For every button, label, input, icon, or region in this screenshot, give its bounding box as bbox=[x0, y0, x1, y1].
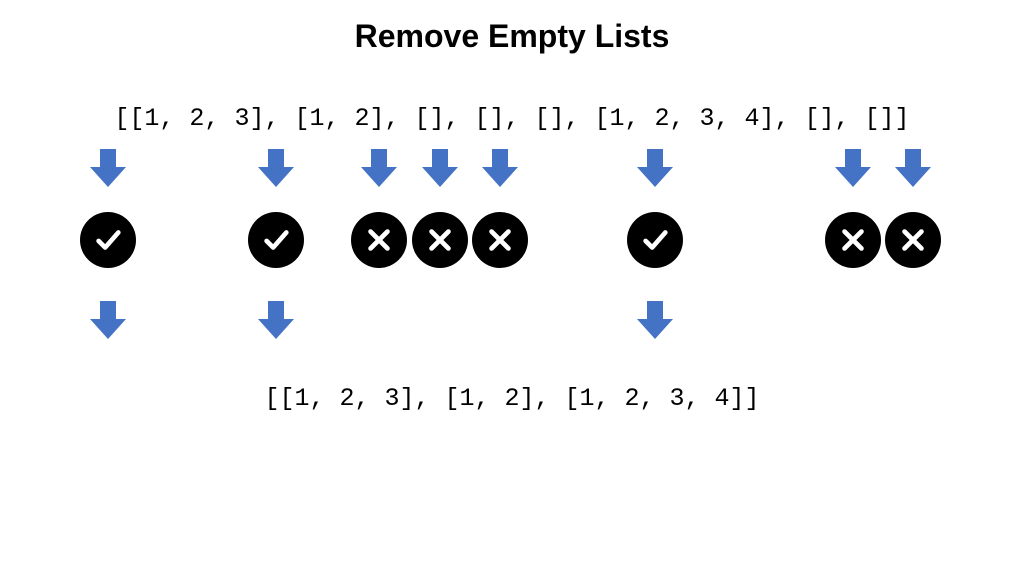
down-arrow-icon bbox=[478, 145, 522, 189]
input-list-text: [[1, 2, 3], [1, 2], [], [], [], [1, 2, 3… bbox=[0, 104, 1024, 133]
down-arrow-icon bbox=[86, 297, 130, 341]
down-arrow-icon bbox=[357, 145, 401, 189]
down-arrow-icon bbox=[418, 145, 462, 189]
diagram-title: Remove Empty Lists bbox=[0, 18, 1024, 55]
down-arrow-icon bbox=[891, 145, 935, 189]
down-arrow-icon bbox=[633, 145, 677, 189]
down-arrow-icon bbox=[86, 145, 130, 189]
check-icon bbox=[627, 212, 683, 268]
down-arrow-icon bbox=[254, 145, 298, 189]
down-arrow-icon bbox=[633, 297, 677, 341]
cross-icon bbox=[885, 212, 941, 268]
down-arrow-icon bbox=[831, 145, 875, 189]
cross-icon bbox=[825, 212, 881, 268]
cross-icon bbox=[412, 212, 468, 268]
cross-icon bbox=[351, 212, 407, 268]
check-icon bbox=[248, 212, 304, 268]
check-icon bbox=[80, 212, 136, 268]
output-list-text: [[1, 2, 3], [1, 2], [1, 2, 3, 4]] bbox=[0, 384, 1024, 413]
cross-icon bbox=[472, 212, 528, 268]
down-arrow-icon bbox=[254, 297, 298, 341]
